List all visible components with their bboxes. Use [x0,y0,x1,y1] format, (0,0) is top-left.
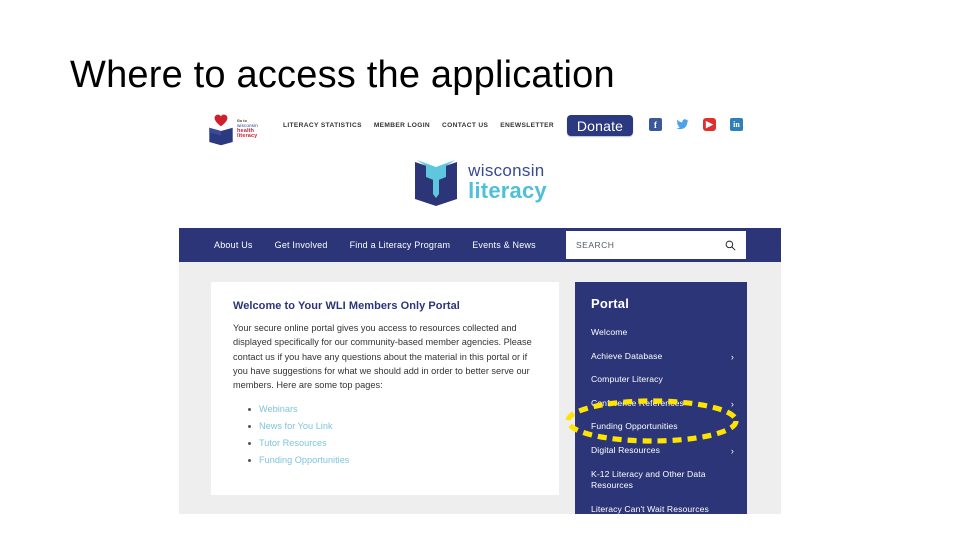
sidebar-item-label: Achieve Database [591,350,663,361]
portal-sidebar: Portal Welcome Achieve Database › Comput… [575,282,747,514]
page-body: Welcome to Your WLI Members Only Portal … [179,262,781,514]
twitter-icon[interactable] [676,118,689,131]
sidebar-item-conference-references[interactable]: Conference References › [575,392,747,416]
sidebar-item-label: Literacy Can't Wait Resources [591,503,709,514]
welcome-card: Welcome to Your WLI Members Only Portal … [211,282,559,495]
youtube-icon[interactable]: ▶ [703,118,716,131]
sidebar-item-label: Funding Opportunities [591,421,678,432]
content-link-funding-opportunities[interactable]: Funding Opportunities [259,455,349,465]
search-input[interactable]: SEARCH [566,231,746,259]
search-icon[interactable] [725,240,736,251]
list-item: Webinars [248,401,537,418]
welcome-paragraph: Your secure online portal gives you acce… [233,323,532,390]
linkedin-icon[interactable]: in [730,118,743,131]
sidebar-item-computer-literacy[interactable]: Computer Literacy [575,368,747,392]
list-item: Funding Opportunities [248,452,537,469]
social-links: f ▶ in [649,118,743,131]
sidebar-item-digital-resources[interactable]: Digital Resources › [575,439,747,463]
main-nav-links: About Us Get Involved Find a Literacy Pr… [214,240,536,250]
main-navbar: About Us Get Involved Find a Literacy Pr… [179,228,781,262]
utility-link-contact-us[interactable]: CONTACT US [442,122,488,129]
nav-item-get-involved[interactable]: Get Involved [275,240,328,250]
utility-link-enewsletter[interactable]: ENEWSLETTER [500,122,554,129]
sidebar-item-achieve-database[interactable]: Achieve Database › [575,345,747,369]
sidebar-item-label: Digital Resources [591,444,661,455]
utility-link-literacy-statistics[interactable]: LITERACY STATISTICS [283,122,362,129]
sidebar-item-welcome[interactable]: Welcome [575,321,747,345]
utility-header: Go to wisconsin health literacy LITERACY… [179,104,781,154]
donate-button[interactable]: Donate [567,115,633,136]
utility-link-member-login[interactable]: MEMBER LOGIN [374,122,430,129]
logo-line-literacy: literacy [237,133,258,140]
health-literacy-wordmark: Go to wisconsin health literacy [237,120,258,139]
content-link-news-for-you[interactable]: News for You Link [259,421,333,431]
facebook-icon[interactable]: f [649,118,662,131]
content-link-tutor-resources[interactable]: Tutor Resources [259,438,327,448]
page-title: Where to access the application [70,54,615,96]
sidebar-item-literacy-cant-wait-resources[interactable]: Literacy Can't Wait Resources [575,498,747,514]
sidebar-item-k12-literacy-and-other-data-resources[interactable]: K-12 Literacy and Other Data Resources [575,463,747,498]
list-item: News for You Link [248,418,537,435]
chevron-right-icon: › [730,398,734,409]
chevron-right-icon: › [730,351,734,362]
sidebar-item-label: Welcome [591,327,628,337]
content-link-webinars[interactable]: Webinars [259,404,298,414]
book-logo-icon [415,160,458,206]
chevron-right-icon: › [730,445,734,456]
portal-heading: Portal [591,296,630,311]
wisconsin-literacy-logo[interactable]: wisconsin literacy [179,152,781,212]
nav-item-events-and-news[interactable]: Events & News [472,240,536,250]
sidebar-item-label: Conference References [591,397,684,408]
wisconsin-health-literacy-logo[interactable]: Go to wisconsin health literacy [208,110,280,150]
utility-nav: LITERACY STATISTICS MEMBER LOGIN CONTACT… [283,122,554,129]
brand-line-wisconsin: wisconsin [468,161,545,180]
website-screenshot: Go to wisconsin health literacy LITERACY… [179,104,781,514]
brand-line-literacy: literacy [468,178,547,203]
welcome-heading: Welcome to Your WLI Members Only Portal [233,300,460,312]
sidebar-item-label: Computer Literacy [591,374,663,385]
open-book-icon [209,127,233,146]
nav-item-about-us[interactable]: About Us [214,240,253,250]
list-item: Tutor Resources [248,435,537,452]
sidebar-item-funding-opportunities[interactable]: Funding Opportunities [575,415,747,439]
sidebar-item-label: K-12 Literacy and Other Data Resources [591,468,706,491]
health-literacy-mark-icon [208,114,234,146]
brand-wordmark: wisconsin literacy [468,162,547,202]
search-placeholder-text: SEARCH [576,240,615,250]
nav-item-find-a-literacy-program[interactable]: Find a Literacy Program [350,240,451,250]
top-pages-list: Webinars News for You Link Tutor Resourc… [233,401,537,469]
